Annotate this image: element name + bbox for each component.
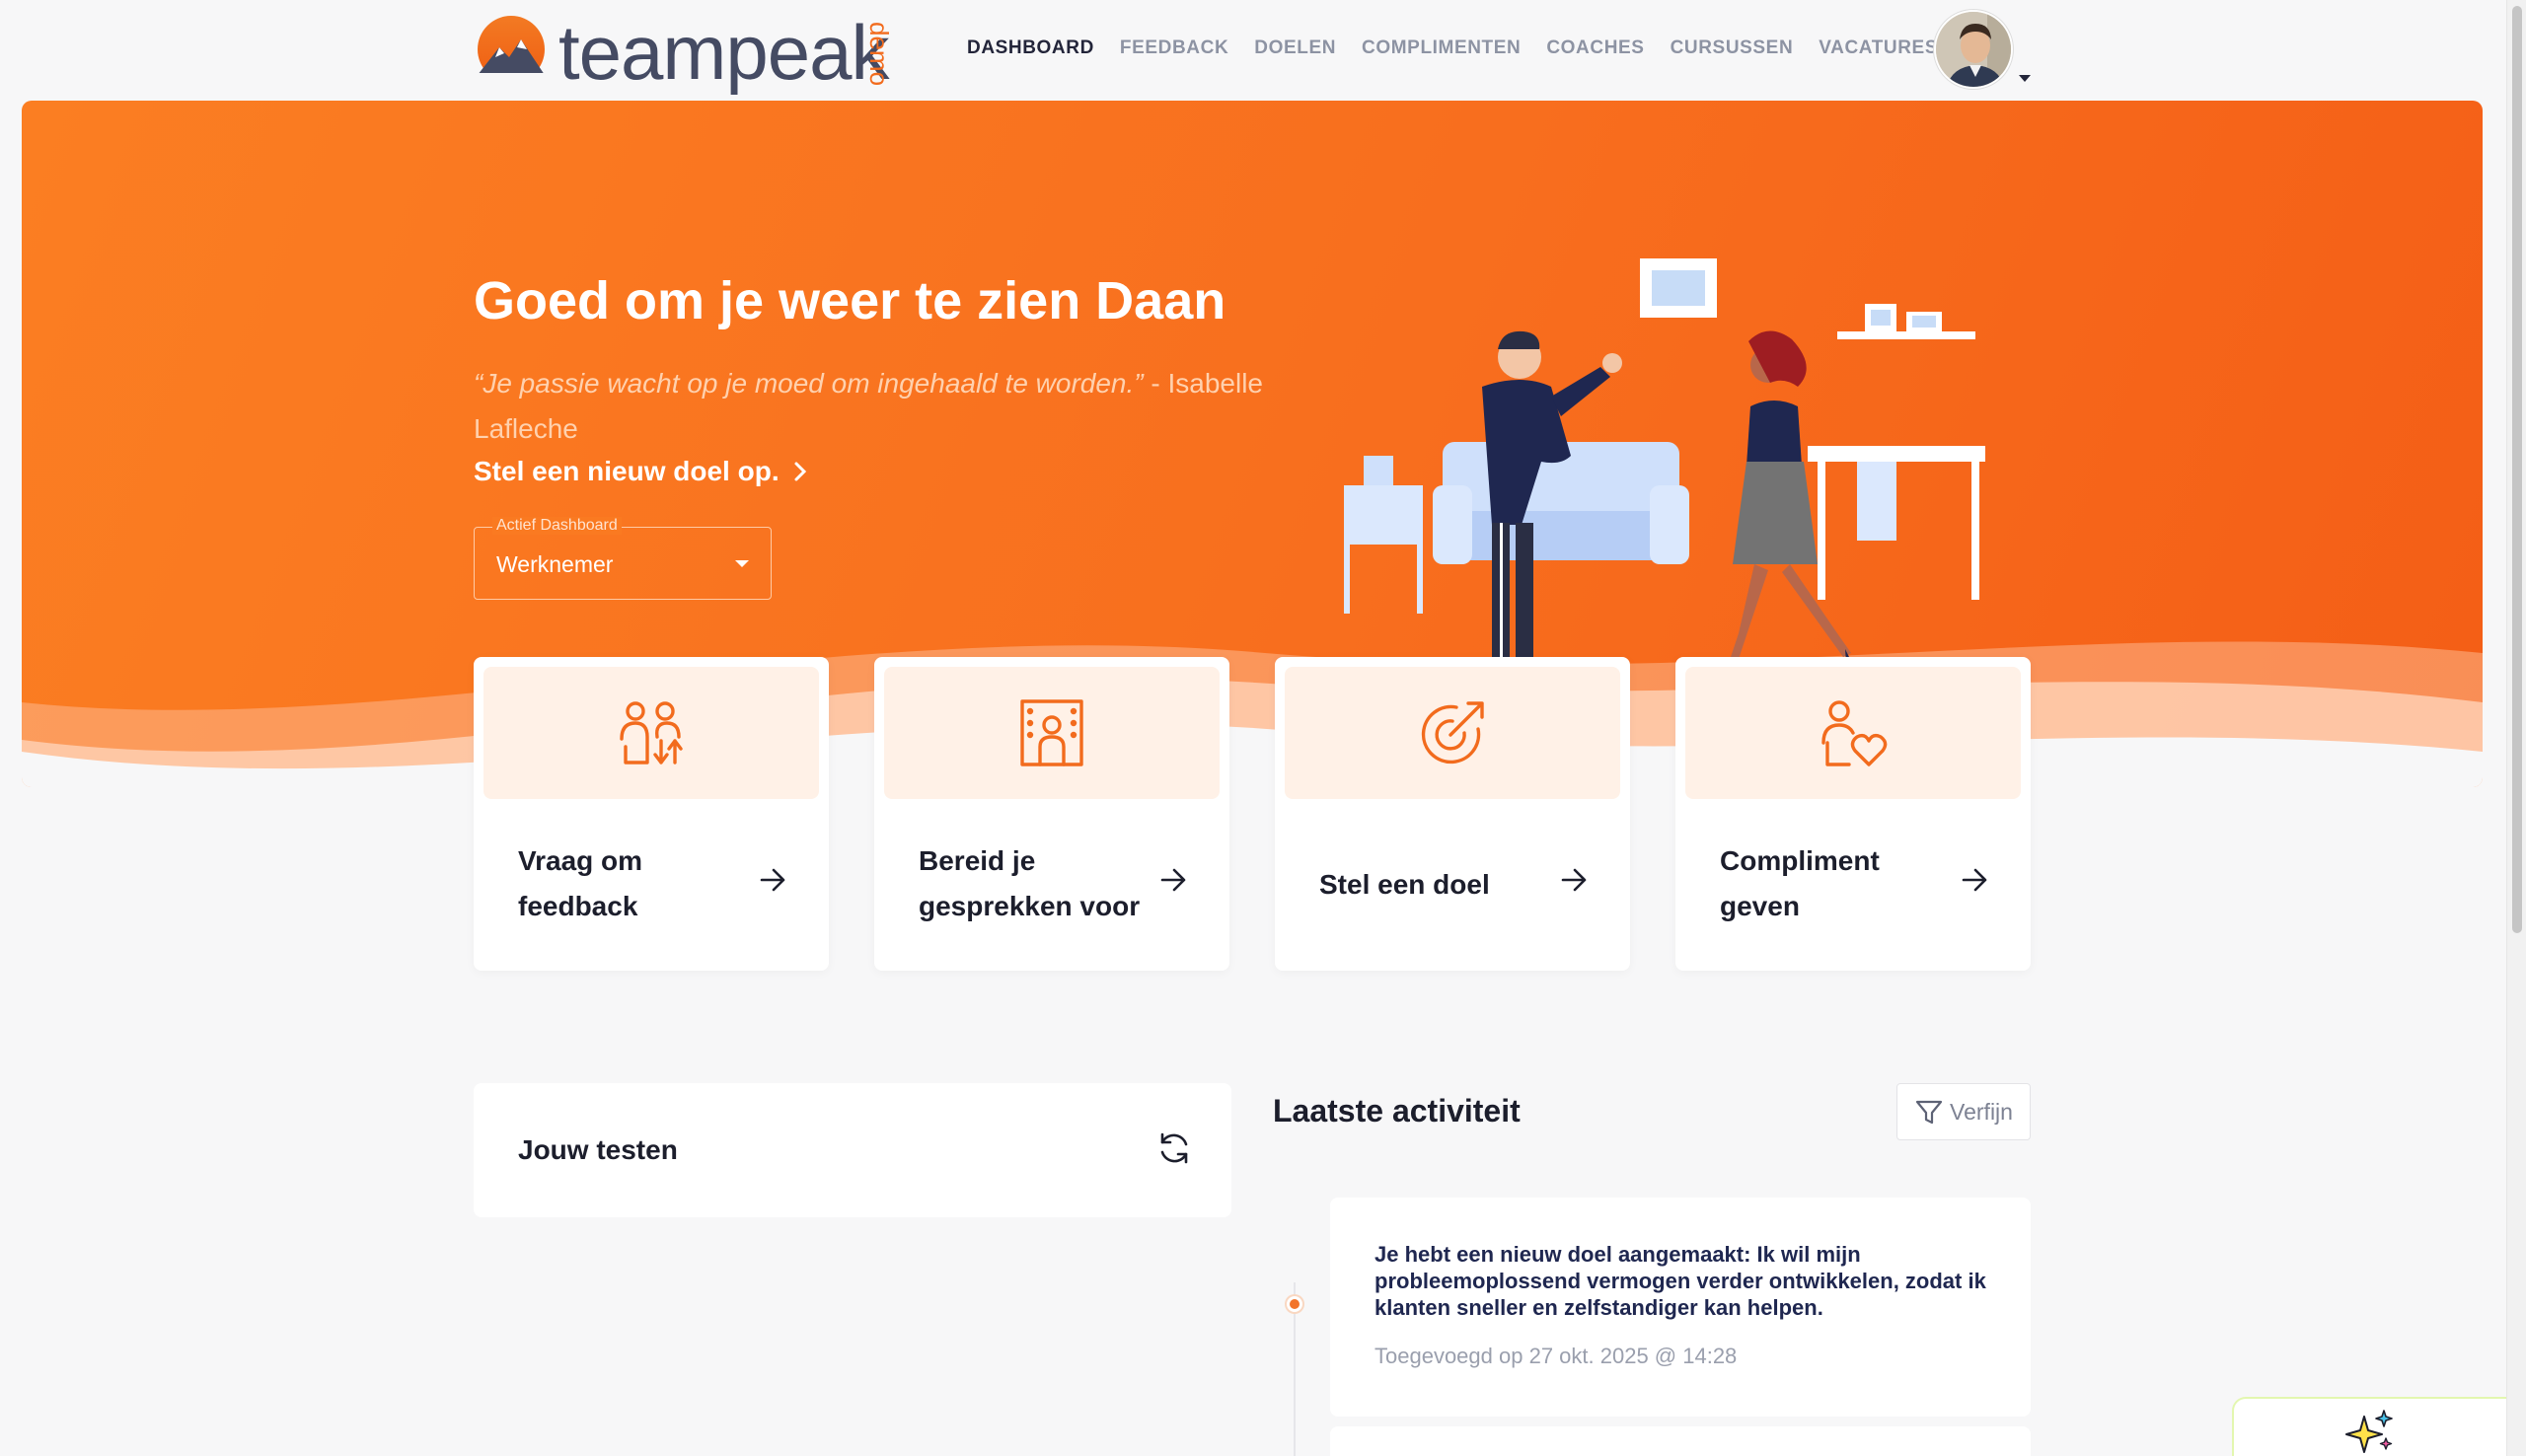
- door-person-icon: [1020, 699, 1083, 766]
- action-card-set-goal-label: Stel een doel: [1319, 869, 1490, 900]
- action-card-compliment[interactable]: Compliment geven: [1675, 657, 2031, 971]
- hero-banner: Goed om je weer te zien Daan “Je passie …: [22, 101, 2483, 787]
- top-navigation: teampeak demo DASHBOARD FEEDBACK DOELEN …: [0, 0, 2506, 99]
- action-card-compliment-label: Compliment geven: [1720, 845, 1880, 921]
- scrollbar-thumb[interactable]: [2512, 6, 2522, 933]
- filter-icon: [1915, 1100, 1943, 1125]
- tests-title: Jouw testen: [518, 1134, 678, 1165]
- page-scrollbar[interactable]: [2506, 0, 2526, 1456]
- nav-item-dashboard[interactable]: DASHBOARD: [967, 37, 1094, 59]
- feedback-people-icon: [620, 701, 683, 764]
- action-card-feedback[interactable]: Vraag om feedback: [474, 657, 829, 971]
- welcome-title: Goed om je weer te zien Daan: [474, 271, 1226, 330]
- filter-button[interactable]: Verfijn: [1896, 1083, 2031, 1140]
- action-card-feedback-header: [483, 667, 819, 799]
- teampeak-logo[interactable]: teampeak demo: [472, 8, 906, 96]
- action-card-set-goal[interactable]: Stel een doel: [1275, 657, 1630, 971]
- activity-title: Laatste activiteit: [1273, 1093, 1521, 1128]
- action-card-prepare-talks[interactable]: Bereid je gesprekken voor: [874, 657, 1229, 971]
- action-card-set-goal-header: [1285, 667, 1620, 799]
- person-heart-icon: [1821, 700, 1888, 766]
- active-dashboard-select[interactable]: Actief Dashboard Werknemer: [474, 517, 772, 600]
- active-dashboard-label: Actief Dashboard: [492, 517, 622, 535]
- activity-item-next[interactable]: [1330, 1426, 2031, 1456]
- activity-item-text: Je hebt een nieuw doel aangemaakt: Ik wi…: [1374, 1242, 1986, 1320]
- nav-item-doelen[interactable]: DOELEN: [1254, 37, 1336, 59]
- ai-assistant-widget[interactable]: [2232, 1397, 2506, 1456]
- daily-quote: “Je passie wacht op je moed om ingehaald…: [474, 361, 1342, 452]
- nav-item-complimenten[interactable]: COMPLIMENTEN: [1362, 37, 1521, 59]
- avatar-menu-caret-icon[interactable]: [2019, 75, 2031, 82]
- nav-item-feedback[interactable]: FEEDBACK: [1120, 37, 1228, 59]
- logo-wordmark: teampeak: [558, 9, 890, 96]
- sparkles-icon: [2345, 1410, 2393, 1453]
- main-menu: DASHBOARD FEEDBACK DOELEN COMPLIMENTEN C…: [967, 37, 1938, 59]
- new-goal-link-label: Stel een nieuw doel op.: [474, 456, 780, 486]
- active-dashboard-value: Werknemer: [496, 551, 614, 577]
- new-goal-link[interactable]: Stel een nieuw doel op.: [474, 456, 807, 487]
- chevron-right-icon: [794, 462, 806, 481]
- mountain-logo-icon: [476, 16, 547, 83]
- activity-item[interactable]: Je hebt een nieuw doel aangemaakt: Ik wi…: [1330, 1198, 2031, 1417]
- activity-item-timestamp: Toegevoegd op 27 okt. 2025 @ 14:28: [1374, 1344, 1738, 1368]
- nav-item-cursussen[interactable]: CURSUSSEN: [1671, 37, 1794, 59]
- action-card-feedback-label: Vraag om feedback: [518, 845, 643, 921]
- logo-demo-badge: demo: [864, 22, 894, 87]
- action-card-prepare-talks-header: [884, 667, 1220, 799]
- action-card-prepare-talks-label: Bereid je gesprekken voor: [919, 845, 1141, 921]
- user-avatar[interactable]: [1934, 10, 2013, 89]
- target-arrow-icon: [1421, 701, 1484, 764]
- arrow-right-icon: [1561, 868, 1587, 892]
- nav-item-coaches[interactable]: COACHES: [1546, 37, 1644, 59]
- filter-button-label: Verfijn: [1950, 1098, 2013, 1125]
- refresh-icon[interactable]: [1156, 1130, 1192, 1166]
- dropdown-caret-icon: [735, 560, 749, 567]
- tests-panel: Jouw testen: [474, 1083, 1231, 1217]
- action-card-compliment-header: [1685, 667, 2021, 799]
- timeline-dot: [1287, 1296, 1302, 1312]
- arrow-right-icon: [1962, 868, 1987, 892]
- arrow-right-icon: [760, 868, 785, 892]
- arrow-right-icon: [1160, 868, 1186, 892]
- user-photo-icon: [1936, 12, 2011, 87]
- quote-text: “Je passie wacht op je moed om ingehaald…: [474, 368, 1144, 399]
- nav-item-vacatures[interactable]: VACATURES: [1819, 37, 1938, 59]
- office-people-illustration: [1344, 258, 1985, 698]
